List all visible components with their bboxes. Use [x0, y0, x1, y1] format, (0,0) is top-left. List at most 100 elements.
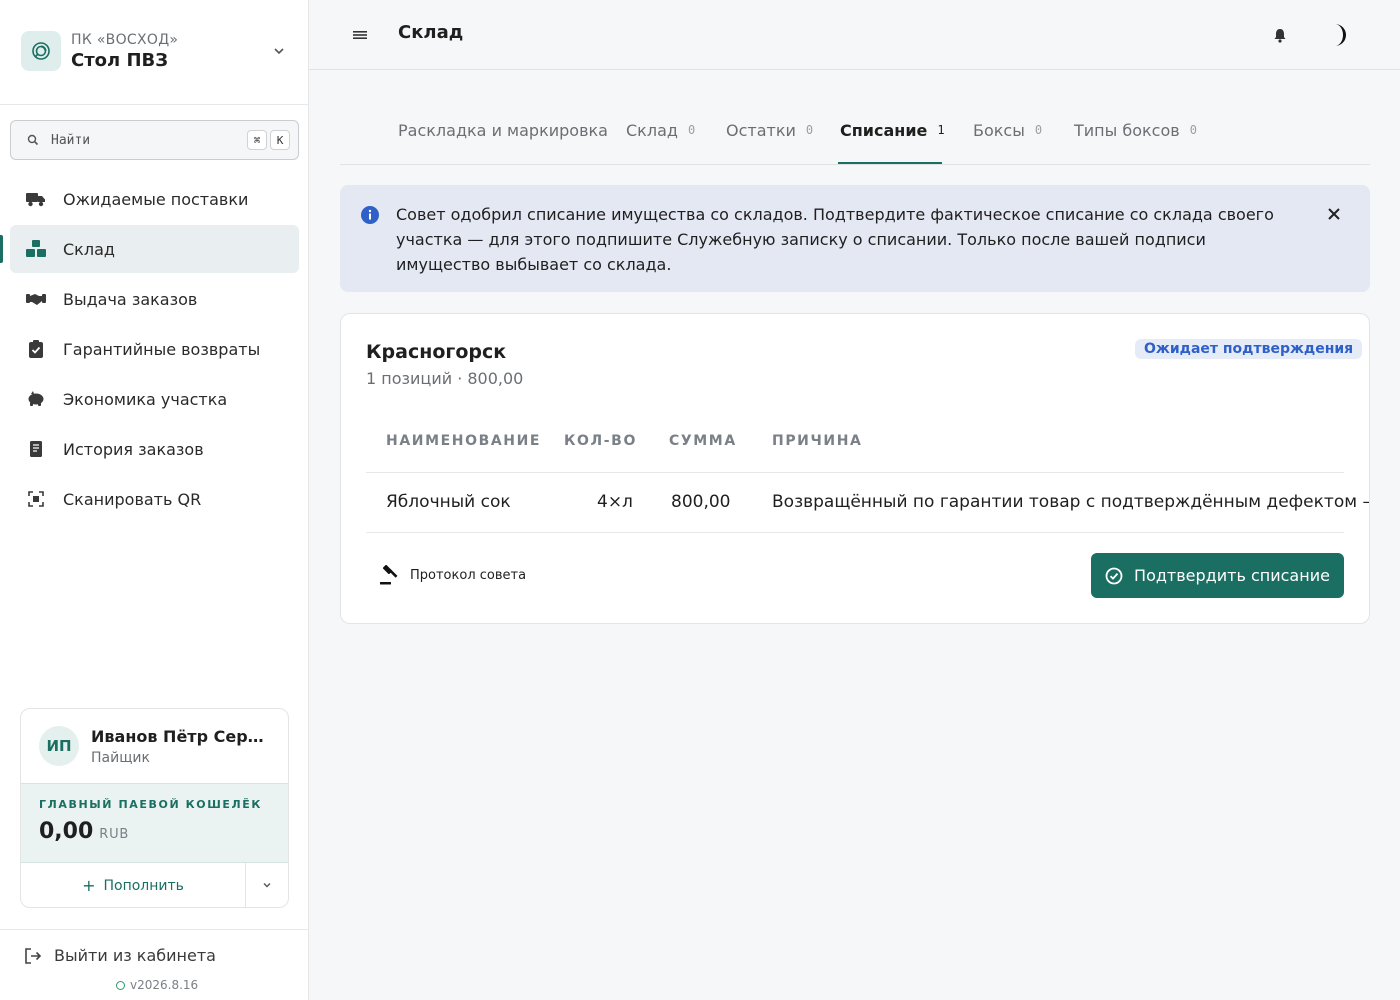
user-card: ИП Иванов Пётр Сергеевич Пайщик ГЛАВНЫЙ … — [20, 708, 289, 908]
divider — [0, 104, 308, 105]
plus-icon: + — [82, 876, 96, 895]
info-icon — [361, 206, 379, 224]
avatar: ИП — [39, 726, 79, 766]
tab-label: Склад — [626, 121, 678, 140]
column-header-qty: КОЛ-ВО — [564, 433, 637, 449]
tab-layout-marking[interactable]: Раскладка и маркировка — [398, 121, 608, 140]
active-tab-indicator — [838, 162, 942, 164]
wallet-panel: ГЛАВНЫЙ ПАЕВОЙ КОШЕЛЁК 0,00 RUB — [21, 783, 288, 863]
tab-count: 0 — [1189, 123, 1197, 137]
sidebar-item-label: Сканировать QR — [63, 489, 202, 509]
page-title: Склад — [398, 22, 464, 43]
tab-warehouse[interactable]: Склад 0 — [626, 121, 695, 140]
logout-button[interactable]: Выйти из кабинета — [24, 946, 216, 965]
column-header-name: НАИМЕНОВАНИЕ — [386, 433, 542, 449]
kbd-cmd: ⌘ — [247, 130, 267, 150]
gavel-icon — [379, 564, 399, 585]
table-divider — [366, 472, 1344, 473]
cell-name: Яблочный сок — [386, 492, 511, 512]
tab-box-types[interactable]: Типы боксов 0 — [1074, 121, 1197, 140]
topup-label: Пополнить — [103, 877, 184, 894]
tab-label: Раскладка и маркировка — [398, 121, 608, 140]
org-subtitle: ПК «ВОСХОД» — [71, 31, 179, 48]
cell-qty: 4×л — [597, 492, 633, 512]
wallet-balance: 0,00 — [39, 819, 94, 844]
column-header-sum: СУММА — [669, 433, 737, 449]
sidebar-item-expected-deliveries[interactable]: Ожидаемые поставки — [10, 175, 299, 223]
piggy-bank-icon — [26, 389, 46, 409]
logout-label: Выйти из кабинета — [54, 946, 216, 965]
sidebar-item-label: История заказов — [63, 439, 204, 459]
card-title: Красногорск — [366, 341, 507, 363]
clipboard-check-icon — [26, 339, 46, 359]
sidebar-item-scan-qr[interactable]: Сканировать QR — [10, 475, 299, 523]
wallet-more-button[interactable] — [246, 863, 288, 907]
divider — [0, 929, 308, 930]
sidebar-item-economics[interactable]: Экономика участка — [10, 375, 299, 423]
tab-count: 0 — [687, 123, 696, 137]
handshake-icon — [26, 289, 46, 309]
topbar: Склад — [309, 0, 1400, 70]
info-alert: Совет одобрил списание имущества со скла… — [340, 185, 1370, 292]
alert-message: Совет одобрил списание имущества со скла… — [396, 205, 1274, 274]
sidebar-item-order-pickup[interactable]: Выдача заказов — [10, 275, 299, 323]
tab-write-off[interactable]: Списание 1 — [840, 121, 945, 140]
sidebar-item-label: Склад — [63, 239, 115, 259]
column-header-reason: ПРИЧИНА — [772, 433, 863, 449]
sidebar-nav: Ожидаемые поставки Склад Выдача заказов … — [0, 175, 299, 525]
tab-label: Списание — [840, 121, 928, 140]
sidebar-item-warehouse[interactable]: Склад — [0, 225, 299, 273]
search-icon — [27, 131, 39, 150]
chevron-down-icon — [269, 41, 289, 61]
status-badge: Ожидает подтверждения — [1135, 339, 1363, 359]
cell-sum: 800,00 — [671, 492, 731, 512]
app-version: v2026.8.16 — [116, 978, 198, 992]
sidebar-item-order-history[interactable]: История заказов — [10, 425, 299, 473]
tab-label: Боксы — [973, 121, 1025, 140]
check-circle-icon — [1105, 567, 1123, 585]
org-switcher[interactable]: ПК «ВОСХОД» Стол ПВЗ — [21, 31, 289, 71]
search-placeholder: Найти — [51, 132, 91, 148]
tab-bar: Раскладка и маркировка Склад 0 Остатки 0… — [340, 112, 1370, 165]
version-label: v2026.8.16 — [130, 978, 199, 992]
topup-button[interactable]: + Пополнить — [21, 863, 246, 907]
wallet-label: ГЛАВНЫЙ ПАЕВОЙ КОШЕЛЁК — [39, 798, 262, 811]
qr-scan-icon — [26, 489, 46, 509]
tab-label: Типы боксов — [1074, 121, 1180, 140]
card-subtitle: 1 позиций · 800,00 — [366, 369, 524, 388]
search-input[interactable]: Найти ⌘ K — [10, 120, 299, 160]
org-logo — [21, 31, 61, 71]
bell-icon[interactable] — [1270, 25, 1290, 45]
sidebar-item-label: Экономика участка — [63, 389, 228, 409]
user-profile[interactable]: ИП Иванов Пётр Сергеевич Пайщик — [21, 709, 288, 783]
tab-boxes[interactable]: Боксы 0 — [973, 121, 1042, 140]
confirm-write-off-button[interactable]: Подтвердить списание — [1091, 553, 1344, 598]
cell-reason: Возвращённый по гарантии товар с подтвер… — [772, 492, 1370, 512]
moon-icon[interactable] — [1325, 22, 1351, 48]
sidebar-item-warranty-returns[interactable]: Гарантийные возвраты — [10, 325, 299, 373]
table-divider — [366, 532, 1344, 533]
write-off-card: Красногорск 1 позиций · 800,00 Ожидает п… — [340, 313, 1370, 624]
sidebar: ПК «ВОСХОД» Стол ПВЗ Найти ⌘ K Ожидаемые… — [0, 0, 309, 1000]
protocol-label: Протокол совета — [410, 567, 527, 583]
status-dot — [116, 980, 125, 990]
receipt-icon — [26, 439, 46, 459]
org-title: Стол ПВЗ — [71, 49, 169, 71]
boxes-icon — [26, 239, 46, 259]
kbd-k: K — [270, 130, 290, 150]
tab-count: 0 — [805, 123, 814, 137]
logout-icon — [24, 947, 42, 965]
truck-icon — [26, 189, 46, 209]
sidebar-item-label: Ожидаемые поставки — [63, 189, 249, 209]
council-protocol-link[interactable]: Протокол совета — [379, 564, 527, 585]
close-icon[interactable] — [1326, 206, 1342, 222]
wallet-currency: RUB — [99, 827, 130, 842]
sidebar-item-label: Выдача заказов — [63, 289, 198, 309]
chevron-down-icon — [261, 876, 273, 895]
user-role: Пайщик — [91, 749, 150, 766]
menu-icon[interactable] — [352, 25, 368, 45]
tab-stock[interactable]: Остатки 0 — [726, 121, 813, 140]
confirm-label: Подтвердить списание — [1134, 566, 1330, 585]
user-name: Иванов Пётр Сергеевич — [91, 726, 271, 746]
tab-label: Остатки — [726, 121, 796, 140]
